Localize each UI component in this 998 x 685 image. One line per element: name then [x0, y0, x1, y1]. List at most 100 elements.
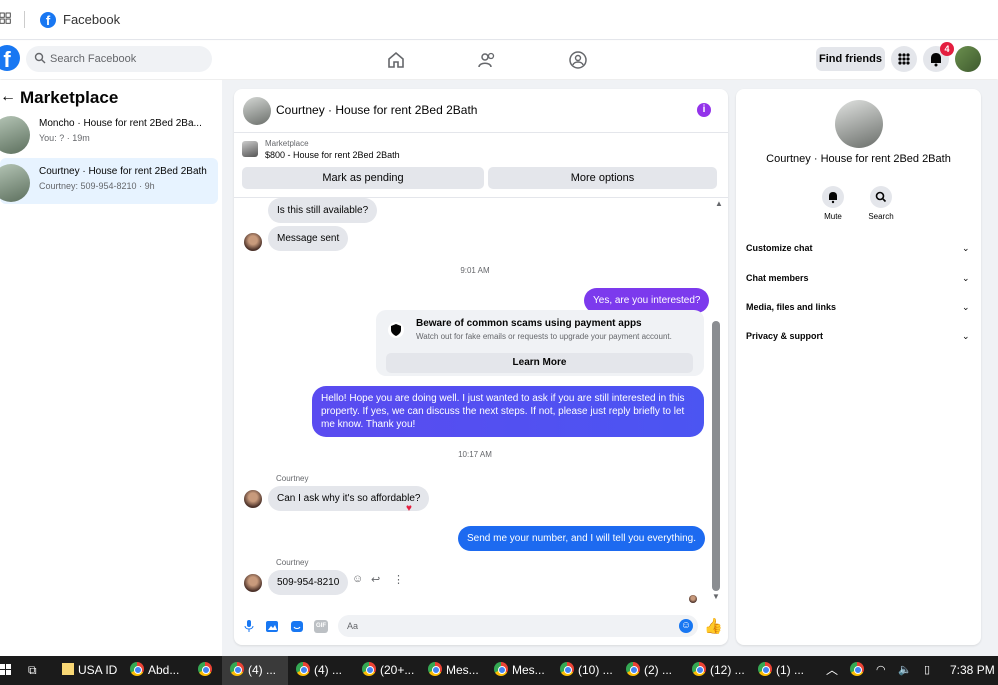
taskbar-item[interactable] — [850, 656, 868, 685]
taskbar-item[interactable]: Mes... — [428, 656, 479, 685]
battery-icon[interactable]: ▯ — [924, 656, 930, 685]
conversation-title: Moncho · House for rent 2Bed 2Ba... — [39, 118, 202, 129]
chevron-up-icon[interactable]: ︿ — [826, 656, 838, 685]
learn-more-button[interactable]: Learn More — [386, 353, 693, 373]
listing-thumbnail — [242, 141, 258, 157]
contact-avatar — [244, 574, 262, 592]
chevron-down-icon[interactable]: ⌄ — [962, 331, 970, 342]
message-incoming: Message sent — [268, 226, 349, 251]
profile-name: Courtney · House for rent 2Bed 2Bath — [766, 153, 951, 165]
conversation-preview: Courtney: 509-954-8210 · 9h — [39, 181, 155, 191]
taskbar-item[interactable]: (20+... — [362, 656, 414, 685]
scroll-down-icon[interactable]: ▼ — [712, 592, 720, 601]
search-icon — [34, 52, 46, 64]
info-icon[interactable]: i — [697, 103, 711, 117]
find-friends-button[interactable]: Find friends — [816, 47, 885, 71]
scam-subtitle: Watch out for fake emails or requests to… — [416, 332, 672, 341]
contact-avatar — [244, 233, 262, 251]
listing-thumbnail — [0, 164, 30, 202]
taskbar-item[interactable] — [198, 656, 216, 685]
conversation-item-active[interactable]: Courtney · House for rent 2Bed 2Bath Cou… — [0, 158, 218, 204]
message-outgoing: Hello! Hope you are doing well. I just w… — [312, 386, 704, 437]
chrome-icon — [296, 662, 310, 676]
gif-icon[interactable]: GIF — [314, 620, 328, 633]
profile-avatar[interactable] — [835, 100, 883, 148]
privacy-support-item[interactable]: Privacy & support — [746, 331, 823, 341]
emoji-icon[interactable]: ☺ — [679, 619, 693, 633]
chrome-icon — [494, 662, 508, 676]
taskbar-item[interactable]: (10) ... — [560, 656, 613, 685]
more-options-button[interactable]: More options — [488, 167, 717, 189]
groups-icon[interactable] — [568, 50, 588, 70]
task-view-icon[interactable]: ⧉ — [28, 656, 37, 685]
chat-avatar[interactable] — [243, 97, 271, 125]
message-incoming: Is this still available? — [268, 198, 378, 223]
scroll-up-icon[interactable]: ▲ — [715, 199, 723, 208]
microphone-icon[interactable] — [243, 619, 255, 633]
mute-button[interactable] — [822, 186, 844, 208]
top-navigation: f Search Facebook Find friends 4 — [0, 41, 998, 79]
chrome-icon — [198, 662, 212, 676]
more-icon[interactable]: ⋮ — [393, 573, 404, 586]
scrollbar[interactable] — [712, 321, 720, 591]
taskbar: ⧉ USA ID Abd... (4) ... (4) ... (20+... … — [0, 656, 998, 685]
clock[interactable]: 7:38 PM — [950, 656, 995, 685]
search-button[interactable] — [870, 186, 892, 208]
timestamp: 10:17 AM — [458, 450, 492, 459]
menu-grid-icon — [898, 53, 910, 65]
chat-panel: Courtney · House for rent 2Bed 2Bath i M… — [234, 89, 728, 645]
chrome-icon — [626, 662, 640, 676]
seen-avatar — [689, 595, 697, 603]
chat-title[interactable]: Courtney · House for rent 2Bed 2Bath — [276, 103, 477, 117]
chrome-icon — [230, 662, 244, 676]
taskbar-item[interactable]: (1) ... — [758, 656, 804, 685]
mute-label: Mute — [824, 212, 842, 221]
wifi-icon[interactable]: ◠ — [876, 656, 886, 685]
taskbar-item[interactable]: USA ID — [62, 656, 117, 685]
windows-start-icon[interactable] — [0, 664, 12, 676]
conversation-title: Courtney · House for rent 2Bed 2Bath — [39, 166, 207, 177]
message-input[interactable]: Aa ☺ — [338, 615, 698, 637]
search-label: Search — [868, 212, 894, 221]
customize-chat-item[interactable]: Customize chat — [746, 243, 813, 253]
taskbar-item[interactable]: (2) ... — [626, 656, 672, 685]
back-arrow-icon[interactable]: ← — [0, 88, 16, 106]
taskbar-item[interactable]: Abd... — [130, 656, 179, 685]
facebook-logo-icon[interactable]: f — [0, 45, 20, 72]
chevron-down-icon[interactable]: ⌄ — [962, 302, 970, 313]
chat-members-item[interactable]: Chat members — [746, 273, 809, 283]
message-incoming: 509-954-8210 — [268, 570, 349, 595]
conversation-preview: You: ? · 19m — [39, 133, 90, 143]
profile-avatar[interactable] — [955, 46, 981, 72]
timestamp: 9:01 AM — [460, 266, 490, 275]
listing-source: Marketplace — [265, 139, 309, 148]
taskbar-item[interactable]: (12) ... — [692, 656, 745, 685]
reply-icon[interactable]: ↩ — [371, 573, 380, 586]
sender-name: Courtney — [276, 558, 309, 567]
chevron-down-icon[interactable]: ⌄ — [962, 273, 970, 284]
mark-as-pending-button[interactable]: Mark as pending — [242, 167, 484, 189]
like-icon[interactable]: 👍 — [704, 617, 723, 635]
apps-grid-icon[interactable] — [0, 12, 12, 26]
volume-icon[interactable]: 🔈 — [898, 656, 912, 685]
taskbar-item-active[interactable]: (4) ... — [222, 656, 288, 685]
chrome-icon — [130, 662, 144, 676]
photo-icon[interactable] — [265, 620, 279, 633]
message-outgoing: Send me your number, and I will tell you… — [458, 526, 706, 551]
taskbar-item[interactable]: (4) ... — [296, 656, 342, 685]
listing-thumbnail — [0, 116, 30, 154]
media-files-links-item[interactable]: Media, files and links — [746, 302, 836, 312]
heart-reaction-icon[interactable]: ♥ — [406, 503, 412, 514]
search-icon — [875, 191, 887, 203]
bell-icon — [829, 192, 837, 204]
react-emoji-icon[interactable]: ☺ — [352, 573, 363, 585]
friends-icon[interactable] — [477, 50, 497, 70]
chevron-down-icon[interactable]: ⌄ — [962, 243, 970, 254]
search-input[interactable]: Search Facebook — [26, 46, 212, 72]
taskbar-item[interactable]: Mes... — [494, 656, 545, 685]
sticker-icon[interactable] — [290, 620, 304, 633]
home-icon[interactable] — [386, 50, 406, 70]
conversation-item[interactable]: Moncho · House for rent 2Bed 2Ba... You:… — [0, 110, 218, 156]
menu-button[interactable] — [891, 46, 917, 72]
listing-title[interactable]: $800 - House for rent 2Bed 2Bath — [265, 150, 400, 160]
